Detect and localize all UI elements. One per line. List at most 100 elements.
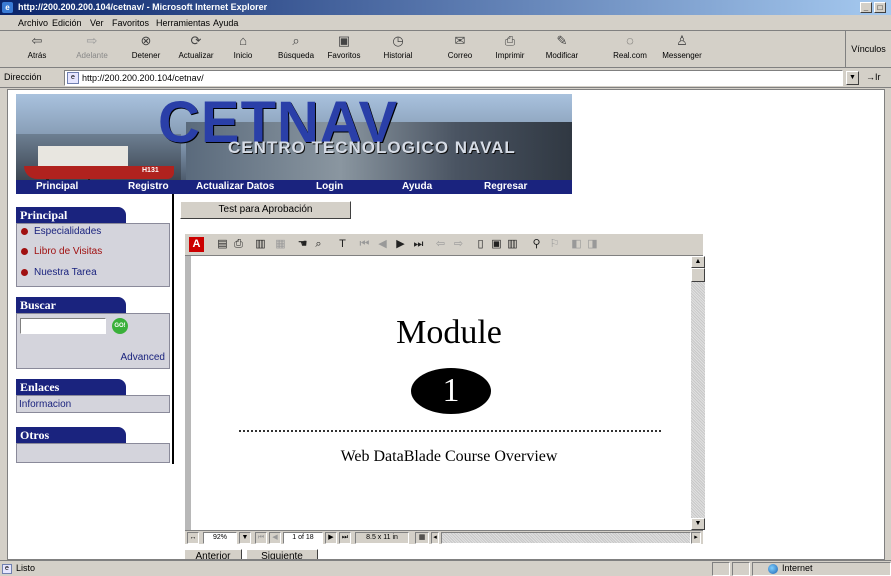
menu-archivo[interactable]: Archivo [18,18,48,28]
copy-icon[interactable]: ▦ [273,237,288,252]
save-icon[interactable]: ▤ [215,237,230,252]
edit-button[interactable]: ✎ Modificar [540,33,584,66]
next-view-icon[interactable]: ◨ [585,237,600,252]
address-dropdown-button[interactable]: ▼ [846,71,859,85]
status-next-page-icon[interactable]: ▶ [325,532,337,544]
bookmarks-icon[interactable]: ▥ [253,237,268,252]
next-page-icon[interactable]: ▶ [393,237,408,252]
status-prev-page-icon[interactable]: ◀ [269,532,281,544]
web-search-icon[interactable]: ⚐ [547,237,562,252]
search-input[interactable] [20,318,106,334]
zoom-field[interactable]: 92% [203,532,237,544]
search-label: Búsqueda [277,51,315,60]
text-select-icon[interactable]: T [335,237,350,252]
next-button[interactable]: Siguiente [246,549,318,559]
go-button[interactable]: →Ir [866,72,881,82]
search-icon: ⌕ [292,33,300,48]
nav-principal[interactable]: Principal [36,180,78,194]
refresh-button[interactable]: ⟳ Actualizar [172,33,220,66]
prev-page-icon[interactable]: ◀ [375,237,390,252]
sidebar-item-nuestra-tarea[interactable]: Nuestra Tarea [21,267,97,278]
links-bar[interactable]: Vínculos [845,31,891,68]
prev-button[interactable]: Anterior [184,549,242,559]
go-back-icon[interactable]: ⇦ [433,237,448,252]
go-arrow-icon: → [866,72,875,82]
nav-login[interactable]: Login [316,180,343,194]
nav-regresar[interactable]: Regresar [484,180,527,194]
menu-edicion[interactable]: Edición [52,18,82,28]
menu-herramientas[interactable]: Herramientas [156,18,210,28]
page-icon: e [67,72,79,84]
nav-registro[interactable]: Registro [128,180,169,194]
sidebar-item-especialidades[interactable]: Especialidades [21,226,101,237]
main-nav: Principal Registro Actualizar Datos Logi… [16,180,572,194]
print-icon[interactable]: ⎙ [231,237,246,252]
mail-button[interactable]: ✉ Correo [440,33,480,66]
scroll-down-button[interactable]: ▼ [691,518,705,530]
history-label: Historial [383,51,413,60]
back-button[interactable]: ⇦ Atrás [20,33,54,66]
enlaces-heading: Enlaces [16,379,126,395]
test-aprobacion-button[interactable]: Test para Aprobación [180,201,351,219]
search-button[interactable]: ⌕ Búsqueda [272,33,320,66]
status-first-page-icon[interactable]: ⏮ [255,532,267,544]
pdf-vertical-scrollbar[interactable]: ▲ ▼ [691,256,705,530]
realcom-button[interactable]: ◌ Real.com [608,33,652,66]
cetnav-banner: H131 CETNAV CENTRO TECNOLOGICO NAVAL [16,94,572,181]
nav-pane-toggle-icon[interactable]: ↔ [187,532,199,544]
page-number-field[interactable]: 1 of 18 [283,532,323,544]
sidebar: Principal Especialidades Libro de Visita… [16,203,172,559]
forward-button[interactable]: ⇨ Adelante [72,33,112,66]
menu-ayuda[interactable]: Ayuda [213,18,238,28]
print-button[interactable]: ⎙ Imprimir [490,33,530,66]
pdf-horizontal-scrollbar[interactable] [441,532,691,544]
zoom-dropdown-icon[interactable]: ▼ [239,532,251,544]
sidebar-item-libro-de-visitas[interactable]: Libro de Visitas [21,246,102,257]
stop-button[interactable]: ⊗ Detener [126,33,166,66]
menu-ver[interactable]: Ver [90,18,104,28]
find-icon[interactable]: ⚲ [529,237,544,252]
zoom-tool-icon[interactable]: ⌕ [311,237,326,252]
print-label: Imprimir [495,51,525,60]
address-label: Dirección [4,72,42,82]
fit-page-icon[interactable]: ▣ [489,237,504,252]
ie-logo-icon: e [2,2,13,13]
nav-ayuda[interactable]: Ayuda [402,180,432,194]
bullet-icon [21,268,28,276]
minimize-button[interactable]: _ [860,2,872,13]
go-forward-icon[interactable]: ⇨ [451,237,466,252]
history-button[interactable]: ◷ Historial [374,33,422,66]
ship-photo: H131 [16,134,181,181]
otros-heading: Otros [16,427,126,443]
refresh-label: Actualizar [178,51,214,60]
scroll-up-button[interactable]: ▲ [691,256,705,268]
favorites-icon: ▣ [337,33,351,48]
advanced-search-link[interactable]: Advanced [121,352,165,363]
hscroll-left-icon[interactable]: ◂ [431,532,439,544]
scroll-thumb[interactable] [691,268,705,282]
last-page-icon[interactable]: ⏭ [411,237,426,252]
hscroll-right-icon[interactable]: ▸ [691,532,701,544]
otros-box [16,443,170,463]
link-informacion[interactable]: Informacion [19,399,71,410]
page-layout-icon[interactable]: ▦ [415,532,429,544]
menu-favoritos[interactable]: Favoritos [112,18,149,28]
address-field[interactable]: e http://200.200.200.104/cetnav/ [64,70,843,86]
first-page-icon[interactable]: ⏮ [357,237,372,252]
nav-actualizar-datos[interactable]: Actualizar Datos [196,180,274,194]
forward-arrow-icon: ⇨ [86,33,98,48]
go-label: Ir [875,72,881,82]
maximize-button[interactable]: □ [874,2,886,13]
ship-cabin [38,146,128,166]
home-button[interactable]: ⌂ Inicio [226,33,260,66]
home-label: Inicio [233,51,253,60]
favorites-button[interactable]: ▣ Favoritos [320,33,368,66]
actual-size-icon[interactable]: ▯ [473,237,488,252]
prev-view-icon[interactable]: ◧ [569,237,584,252]
status-last-page-icon[interactable]: ⏭ [339,532,351,544]
search-go-button[interactable]: GO! [112,318,128,334]
hand-tool-icon[interactable]: ☚ [295,237,310,252]
fit-width-icon[interactable]: ▥ [505,237,520,252]
favorites-label: Favoritos [327,51,361,60]
messenger-button[interactable]: ♙ Messenger [656,33,708,66]
